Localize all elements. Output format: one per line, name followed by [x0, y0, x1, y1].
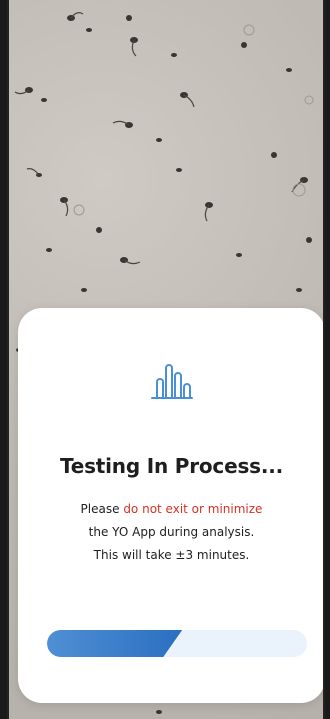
dialog-title: Testing In Process...	[59, 454, 284, 478]
warning-text: do not exit or minimize	[123, 502, 263, 516]
progress-bar	[47, 630, 307, 657]
dialog-message: Please do not exit or minimize the YO Ap…	[18, 498, 323, 567]
message-prefix: Please	[80, 502, 124, 516]
testing-dialog: Testing In Process... Please do not exit…	[18, 308, 323, 703]
message-line-3: This will take ±3 minutes.	[93, 548, 250, 562]
message-line-2: the YO App during analysis.	[88, 525, 255, 539]
progress-fill	[47, 630, 183, 657]
message-line-1: Please do not exit or minimize	[18, 498, 323, 521]
bar-chart-icon	[149, 360, 195, 400]
microscope-view: Testing In Process... Please do not exit…	[7, 0, 325, 719]
